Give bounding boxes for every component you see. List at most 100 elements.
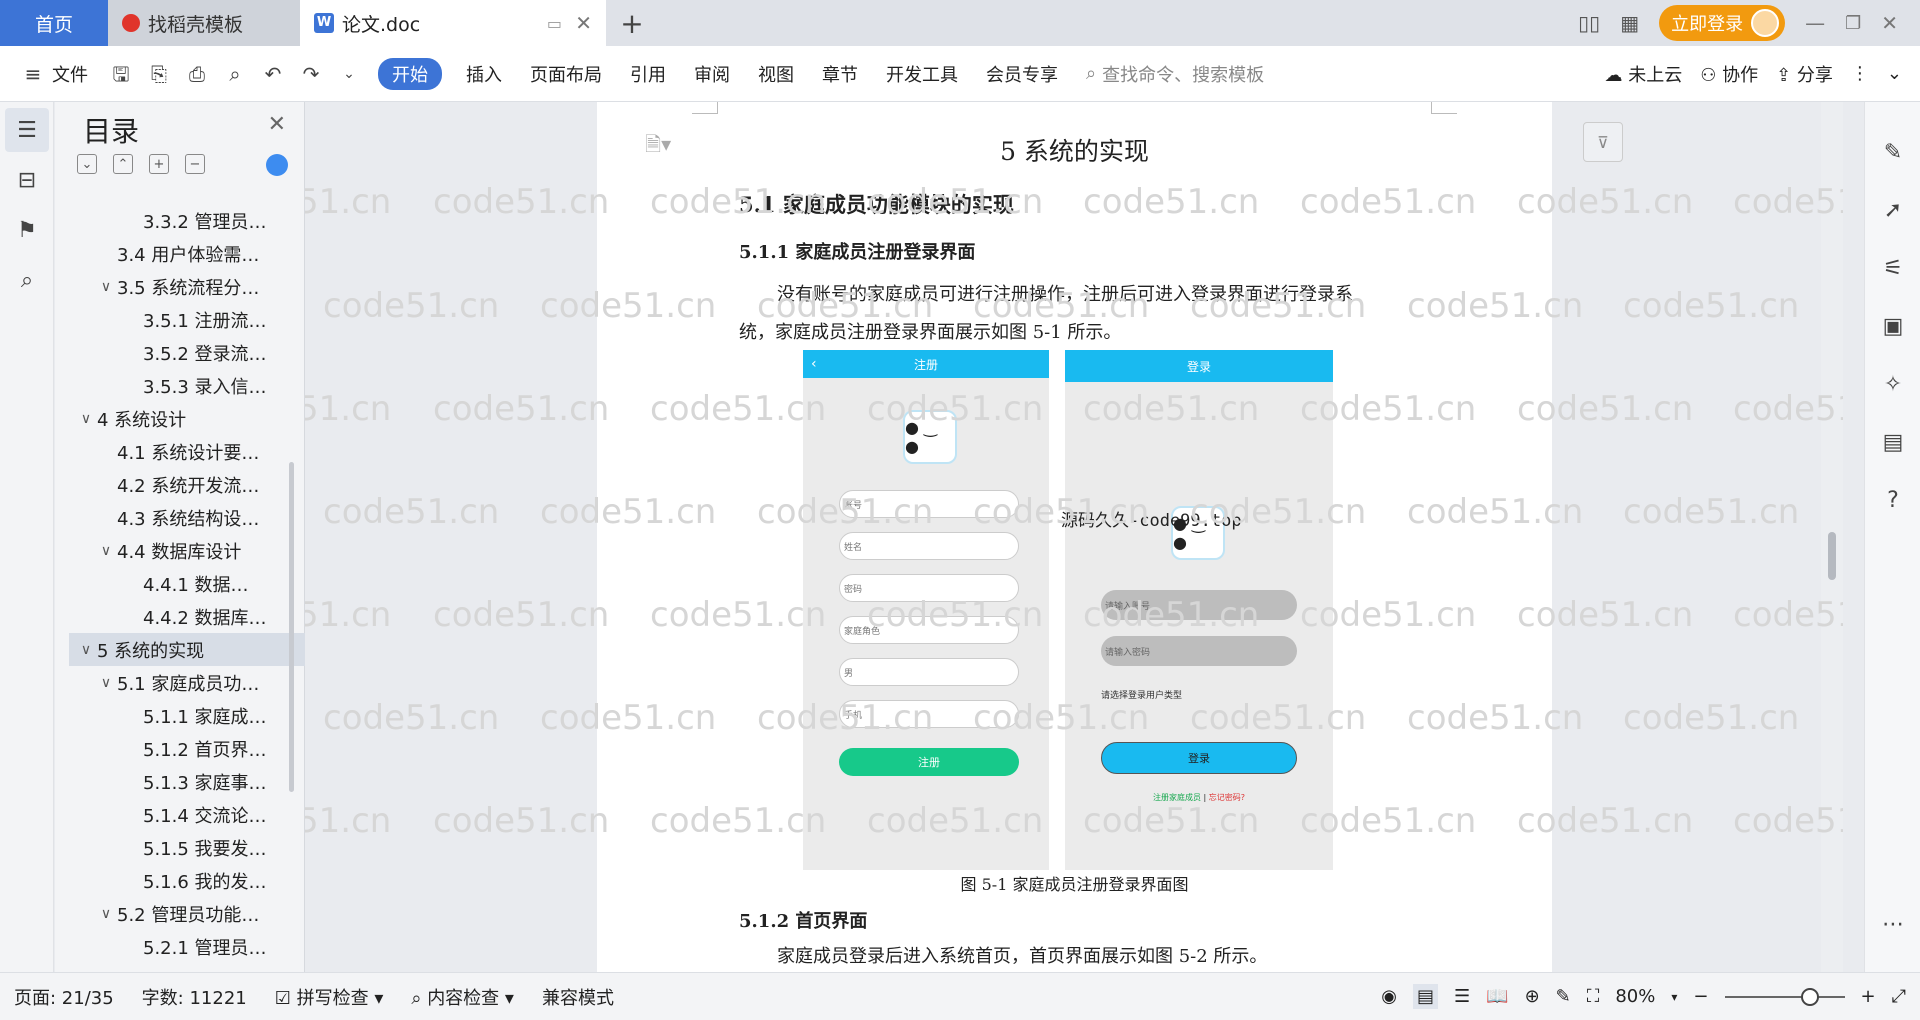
undo-icon[interactable]: ↶ — [262, 63, 284, 85]
toc-item[interactable]: 4.4.2 数据库… — [69, 600, 339, 633]
bookmark-icon[interactable]: ⚑ — [5, 208, 49, 252]
tab-page-layout[interactable]: 页面布局 — [516, 61, 616, 87]
toc-item[interactable]: 3.5.1 注册流… — [69, 303, 339, 336]
collapse-ribbon-icon[interactable]: ⌄ — [1887, 63, 1902, 84]
chevron-down-icon[interactable]: ∨ — [75, 642, 97, 658]
toc-item[interactable]: 5.1.2 首页界… — [69, 732, 339, 765]
tab-references[interactable]: 引用 — [616, 61, 680, 87]
more-icon[interactable]: ⋮ — [1851, 63, 1869, 84]
toc-item[interactable]: ∨ 3.5 系统流程分… — [69, 270, 339, 303]
zoom-dropdown-icon[interactable]: ▾ — [1671, 990, 1677, 1004]
content-check[interactable]: ⌕ 内容检查 ▾ — [397, 984, 528, 1010]
web-view-icon[interactable]: ⊕ — [1525, 986, 1540, 1007]
write-view-icon[interactable]: ✎ — [1556, 986, 1571, 1007]
find-icon[interactable]: ⌕ — [5, 258, 49, 302]
share-button[interactable]: ⇪ 分享 — [1776, 61, 1833, 87]
vertical-scrollbar[interactable] — [1821, 102, 1843, 972]
fullscreen-icon[interactable]: ⤢ — [1892, 986, 1906, 1007]
tab-member[interactable]: 会员专享 — [972, 61, 1072, 87]
add-heading-icon[interactable]: + — [149, 154, 169, 174]
reading-view-icon[interactable]: 📖 — [1486, 986, 1508, 1007]
eye-protect-icon[interactable]: ◉ — [1381, 986, 1397, 1007]
close-window-icon[interactable]: ✕ — [1881, 11, 1898, 35]
expand-all-icon[interactable]: ⌄ — [77, 154, 97, 174]
outline-view-icon[interactable]: ☰ — [1454, 986, 1470, 1007]
page-view-icon[interactable]: ▤ — [1412, 984, 1438, 1009]
more-dots-icon[interactable]: ⋯ — [1873, 904, 1913, 944]
tab-developer[interactable]: 开发工具 — [872, 61, 972, 87]
file-menu[interactable]: 文件 — [52, 61, 102, 87]
save-icon[interactable]: 🖫 — [110, 63, 132, 85]
floating-format-icon[interactable]: ⊽ — [1583, 122, 1623, 162]
zoom-level[interactable]: 80% — [1615, 986, 1655, 1007]
ai-spark-icon[interactable]: ✧ — [1873, 364, 1913, 404]
toc-item[interactable]: 5.2.1 管理员… — [69, 930, 339, 963]
zoom-slider[interactable] — [1724, 987, 1845, 1006]
toc-item[interactable]: 4.1 系统设计要… — [69, 435, 339, 468]
toc-item[interactable]: 4.2 系统开发流… — [69, 468, 339, 501]
zoom-out-icon[interactable]: − — [1693, 986, 1708, 1007]
tab-start[interactable]: 开始 — [378, 57, 442, 90]
chevron-down-icon[interactable]: ∨ — [95, 906, 117, 922]
redo-icon[interactable]: ↷ — [300, 63, 322, 85]
collapse-all-icon[interactable]: ⌃ — [113, 154, 133, 174]
toc-item[interactable]: ∨ 4.4 数据库设计 — [69, 534, 339, 567]
toc-item[interactable]: ∨ 5 系统的实现 — [69, 633, 339, 666]
toc-item[interactable]: 3.3.2 管理员… — [69, 204, 339, 237]
toc-item[interactable]: 5.1.6 我的发… — [69, 864, 339, 897]
export-pdf-icon[interactable]: ⎘ — [148, 63, 170, 85]
login-button[interactable]: 立即登录 — [1659, 5, 1786, 41]
toc-item[interactable]: ∨ 5.1 家庭成员功… — [69, 666, 339, 699]
toc-panel-icon[interactable]: ☰ — [5, 108, 49, 152]
tab-document[interactable]: W 论文.doc ▭ ✕ — [300, 0, 606, 46]
chevron-down-icon[interactable]: ∨ — [95, 279, 117, 295]
print-preview-icon[interactable]: ⌕ — [224, 63, 246, 85]
chevron-down-icon[interactable]: ∨ — [95, 543, 117, 559]
zoom-slider-knob[interactable] — [1800, 987, 1819, 1006]
toc-scrollbar[interactable] — [289, 462, 294, 792]
chapter-nav-icon[interactable]: ⊟ — [5, 158, 49, 202]
scrollbar-thumb[interactable] — [1828, 532, 1836, 580]
cloud-status[interactable]: ☁ 未上云 — [1604, 61, 1682, 87]
tab-docer-templates[interactable]: 找稻壳模板 — [108, 0, 300, 46]
tab-section[interactable]: 章节 — [808, 61, 872, 87]
adjust-sliders-icon[interactable]: ⚟ — [1873, 248, 1913, 288]
toc-item[interactable]: 5.1.3 家庭事… — [69, 765, 339, 798]
toc-item[interactable]: 4.4.1 数据… — [69, 567, 339, 600]
tab-view[interactable]: 视图 — [744, 61, 808, 87]
tab-home[interactable]: 首页 — [0, 0, 108, 46]
customize-quick-access-icon[interactable]: ⌄ — [338, 63, 360, 85]
toc-item[interactable]: 3.5.3 录入信… — [69, 369, 339, 402]
collab-button[interactable]: ⚇ 协作 — [1700, 61, 1758, 87]
edit-pen-icon[interactable]: ✎ — [1873, 132, 1913, 172]
close-tab-icon[interactable]: ✕ — [575, 11, 592, 35]
toc-item[interactable]: 3.4 用户体验需… — [69, 237, 339, 270]
chevron-down-icon[interactable]: ∨ — [95, 675, 117, 691]
spell-check[interactable]: ☑ 拼写检查 ▾ — [261, 984, 398, 1010]
page-indicator[interactable]: 页面: 21/35 — [0, 984, 128, 1010]
print-icon[interactable]: ⎙ — [186, 63, 208, 85]
reading-layout-icon[interactable]: ▯▯ — [1578, 11, 1600, 35]
apps-grid-icon[interactable]: ▦ — [1620, 11, 1639, 35]
restore-icon[interactable]: ❐ — [1845, 13, 1861, 34]
help-icon[interactable]: ? — [1873, 480, 1913, 520]
command-search[interactable]: ⌕ 查找命令、搜索模板 — [1072, 61, 1278, 87]
remove-heading-icon[interactable]: − — [185, 154, 205, 174]
window-mode-icon[interactable]: ▭ — [547, 14, 562, 33]
word-count[interactable]: 字数: 11221 — [128, 984, 261, 1010]
toc-item[interactable]: 5.1.1 家庭成… — [69, 699, 339, 732]
tab-review[interactable]: 审阅 — [680, 61, 744, 87]
zoom-in-icon[interactable]: + — [1861, 986, 1876, 1007]
tab-insert[interactable]: 插入 — [452, 61, 516, 87]
toc-item[interactable]: ∨ 5.2 管理员功能… — [69, 897, 339, 930]
close-icon[interactable]: ✕ — [268, 112, 286, 137]
reading-book-icon[interactable]: ▤ — [1873, 422, 1913, 462]
select-cursor-icon[interactable]: ➚ — [1873, 190, 1913, 230]
gallery-icon[interactable]: ▣ — [1873, 306, 1913, 346]
toc-item[interactable]: 5.1.4 交流论… — [69, 798, 339, 831]
fit-page-icon[interactable]: ⛶ — [1587, 986, 1600, 1007]
toc-item[interactable]: 3.5.2 登录流… — [69, 336, 339, 369]
toc-item[interactable]: 4.3 系统结构设… — [69, 501, 339, 534]
toc-item[interactable]: ∨ 4 系统设计 — [69, 402, 339, 435]
chevron-down-icon[interactable]: ∨ — [75, 411, 97, 427]
